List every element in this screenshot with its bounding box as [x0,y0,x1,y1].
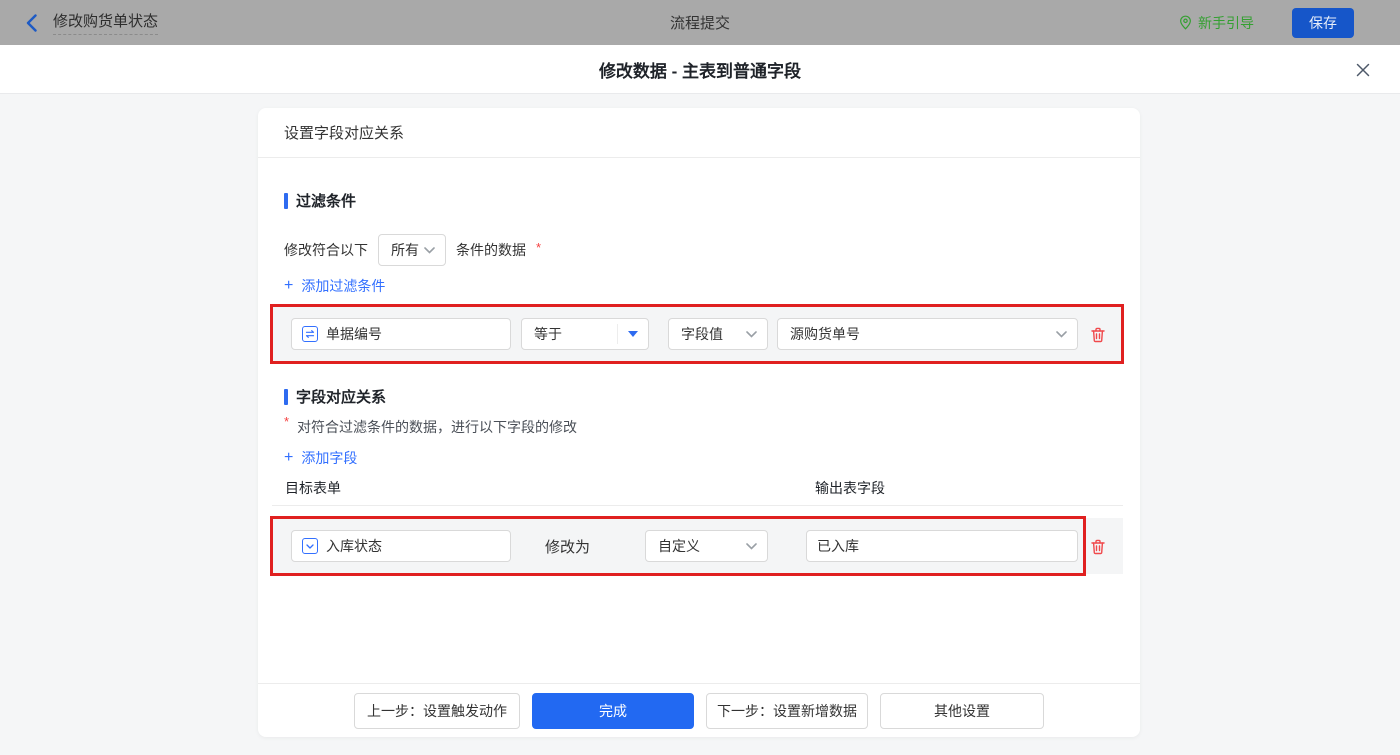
column-target-form: 目标表单 [285,478,341,498]
map-pin-icon [1179,15,1192,30]
match-suffix-label: 条件的数据 [456,240,526,260]
trash-icon [1089,326,1107,344]
chevron-down-icon [746,543,767,550]
other-settings-button[interactable]: 其他设置 [880,693,1044,729]
match-prefix-label: 修改符合以下 [284,240,368,260]
chevron-left-icon [26,14,37,32]
filter-condition-row: 单据编号 等于 字段值 源购货单号 [272,306,1123,362]
next-step-button[interactable]: 下一步：设置新增数据 [706,693,868,729]
filter-section-title: 过滤条件 [284,190,356,211]
trash-icon [1089,538,1107,556]
chevron-down-icon [424,247,445,254]
close-icon [1355,62,1371,78]
save-button[interactable]: 保存 [1292,8,1354,38]
value-type-select[interactable]: 字段值 [668,318,768,350]
target-field-input[interactable]: 入库状态 [291,530,511,562]
custom-value-input[interactable]: 已入库 [806,530,1078,562]
chevron-down-icon [1056,331,1077,338]
field-mapping-row: 入库状态 修改为 自定义 已入库 [272,518,1123,574]
required-mark: * [536,240,541,255]
caret-down-icon [618,331,648,337]
beginner-guide-link[interactable]: 新手引导 [1179,13,1254,33]
settings-card: 设置字段对应关系 过滤条件 修改符合以下 所有 条件的数据 * + 添加过滤条件 [258,108,1140,737]
delete-mapping-row-button[interactable] [1088,537,1108,557]
done-button[interactable]: 完成 [532,693,694,729]
top-bar: 修改购货单状态 流程提交 新手引导 保存 [0,0,1400,45]
add-field-link[interactable]: + 添加字段 [284,448,357,468]
modal-title: 修改数据 - 主表到普通字段 [599,57,801,82]
close-button[interactable] [1352,59,1374,81]
operator-select[interactable]: 等于 [521,318,649,350]
serial-number-field-icon [302,326,318,342]
value-select[interactable]: 源购货单号 [777,318,1078,350]
mapping-description: * 对符合过滤条件的数据，进行以下字段的修改 [284,417,577,437]
back-button[interactable] [26,14,37,32]
filter-field-input[interactable]: 单据编号 [291,318,511,350]
modify-to-label: 修改为 [545,536,590,557]
match-condition-row: 修改符合以下 所有 条件的数据 * [284,234,541,266]
custom-value-type-select[interactable]: 自定义 [645,530,768,562]
prev-step-button[interactable]: 上一步：设置触发动作 [354,693,520,729]
chevron-down-icon [746,331,767,338]
delete-filter-row-button[interactable] [1088,325,1108,345]
plus-icon: + [284,450,293,466]
plus-icon: + [284,278,293,294]
mapping-section-title: 字段对应关系 [284,386,386,407]
section-bar [284,193,288,209]
modal-header: 修改数据 - 主表到普通字段 [0,45,1400,94]
workflow-title[interactable]: 修改购货单状态 [53,10,158,35]
card-footer: 上一步：设置触发动作 完成 下一步：设置新增数据 其他设置 [258,683,1140,737]
match-mode-select[interactable]: 所有 [378,234,446,266]
dropdown-field-icon [302,538,318,554]
card-header: 设置字段对应关系 [258,108,1140,158]
modal-body: 设置字段对应关系 过滤条件 修改符合以下 所有 条件的数据 * + 添加过滤条件 [0,94,1400,755]
section-bar [284,389,288,405]
column-output-field: 输出表字段 [815,478,885,498]
add-filter-condition-link[interactable]: + 添加过滤条件 [284,276,385,296]
required-mark: * [284,414,289,429]
mapping-column-headers: 目标表单 输出表字段 [272,478,1123,506]
